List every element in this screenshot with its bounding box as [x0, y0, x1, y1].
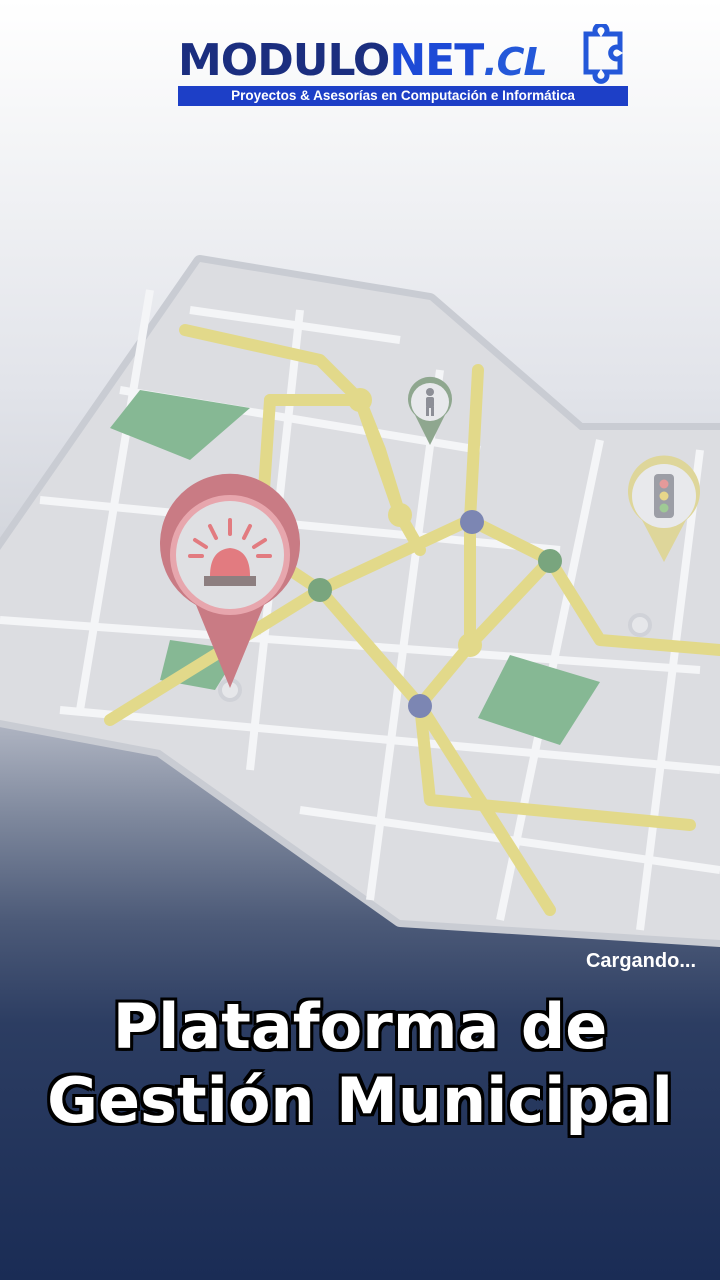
puzzle-icon: [583, 24, 623, 84]
map-sheet: [0, 255, 720, 947]
logo-word-cl: .CL: [483, 40, 548, 84]
traffic-light-icon: [654, 474, 674, 518]
app-title: Plataforma de Gestión Municipal: [0, 990, 720, 1138]
app-title-line1: Plataforma de: [112, 990, 608, 1063]
modulonet-logo: MODULONET.CL Proyectos & Asesorías en Co…: [178, 24, 634, 108]
logo-tagline: Proyectos & Asesorías en Computación e I…: [178, 86, 628, 106]
logo-word-modulo: MODULO: [178, 35, 390, 86]
loading-status: Cargando...: [585, 950, 696, 972]
app-title-line2: Gestión Municipal: [47, 1064, 673, 1137]
logo-wordmark: MODULONET.CL: [178, 35, 548, 86]
logo-word-net: NET: [389, 35, 484, 86]
city-map-illustration: [0, 255, 720, 947]
